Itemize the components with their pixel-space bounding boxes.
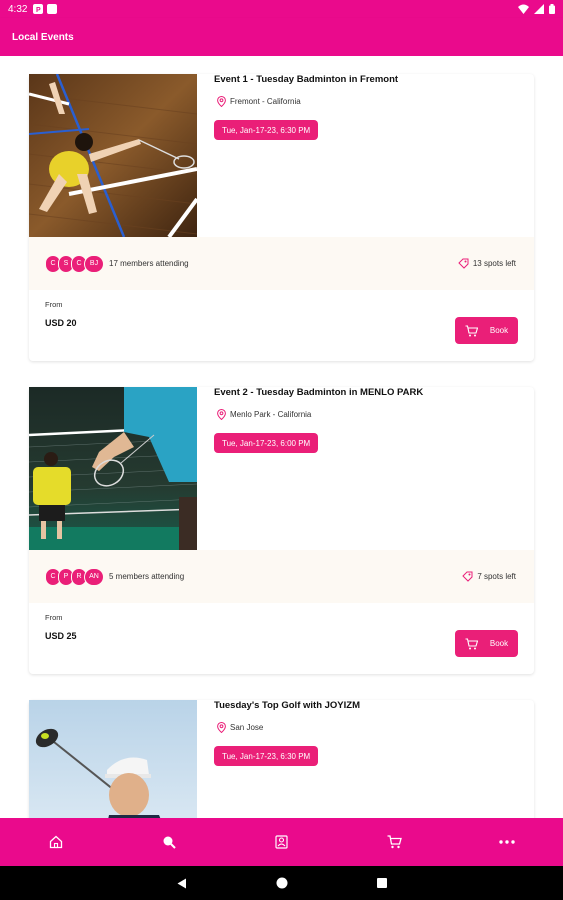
bottom-nav [0, 818, 563, 866]
profile-icon [275, 835, 288, 849]
from-label: From [45, 613, 63, 622]
home-icon [50, 835, 63, 849]
events-list[interactable]: Event 1 - Tuesday Badminton in Fremont F… [0, 56, 563, 818]
event-price: USD 25 [45, 631, 77, 641]
attendee-avatar: BJ [84, 254, 104, 273]
search-icon [163, 836, 176, 849]
cart-icon [465, 637, 478, 649]
event-photo-golf [29, 700, 197, 818]
attendee-avatar: AN [84, 567, 104, 586]
event-date-chip: Tue, Jan-17-23, 6:00 PM [214, 433, 319, 453]
event-card[interactable]: Event 1 - Tuesday Badminton in Fremont F… [29, 74, 534, 361]
event-date-chip: Tue, Jan-17-23, 6:30 PM [214, 120, 319, 140]
attendee-avatars: C S C BJ [45, 254, 104, 273]
event-date-chip: Tue, Jan-17-23, 6:30 PM [214, 746, 319, 766]
event-location-text: Fremont - California [230, 97, 301, 106]
event-title[interactable]: Event 2 - Tuesday Badminton in MENLO PAR… [214, 387, 423, 398]
event-card[interactable]: Event 2 - Tuesday Badminton in MENLO PAR… [29, 387, 534, 674]
spots-left: 13 spots left [458, 237, 516, 290]
book-button[interactable]: Book [455, 630, 518, 657]
attendance-strip: C P R AN 5 members attending 7 spots lef… [29, 550, 534, 603]
event-photo-badminton [29, 74, 197, 237]
location-pin-icon [217, 96, 226, 107]
book-button[interactable]: Book [455, 317, 518, 344]
system-recents-button[interactable] [372, 873, 392, 893]
members-attending: 17 members attending [109, 259, 189, 268]
location-pin-icon [217, 409, 226, 420]
cart-icon [387, 835, 402, 849]
spots-left: 7 spots left [462, 550, 516, 603]
recents-icon [376, 878, 387, 888]
nav-home[interactable] [36, 822, 76, 862]
spots-left-text: 13 spots left [472, 259, 516, 268]
location-pin-icon [217, 722, 226, 733]
p-app-icon: P [33, 4, 44, 14]
cart-icon [465, 324, 478, 336]
app-bar: Local Events [0, 18, 563, 56]
page-title: Local Events [12, 31, 74, 43]
home-circle-icon [276, 877, 287, 889]
nav-cart[interactable] [374, 822, 414, 862]
signal-icon [534, 4, 544, 14]
nav-more[interactable] [487, 822, 527, 862]
ticket-icon [458, 258, 469, 269]
spots-left-text: 7 spots left [477, 572, 516, 581]
system-nav-bar [0, 866, 563, 900]
event-location: Menlo Park - California [217, 409, 311, 420]
attendance-strip: C S C BJ 17 members attending 13 spots l… [29, 237, 534, 290]
ticket-icon [462, 571, 473, 582]
more-icon [498, 840, 515, 844]
status-bar: 4:32 P [0, 0, 563, 18]
book-button-label: Book [489, 639, 509, 648]
members-attending: 5 members attending [109, 572, 185, 581]
price-area: From USD 20 Book [29, 292, 534, 362]
event-photo-badminton [29, 387, 197, 550]
notification-icon [47, 4, 58, 14]
event-location: Fremont - California [217, 96, 301, 107]
from-label: From [45, 300, 63, 309]
nav-profile[interactable] [261, 822, 301, 862]
status-time: 4:32 [8, 3, 28, 15]
event-location: San Jose [217, 722, 263, 733]
svg-text:P: P [36, 7, 41, 13]
event-location-text: San Jose [230, 723, 264, 732]
event-title[interactable]: Event 1 - Tuesday Badminton in Fremont [214, 74, 398, 85]
event-title[interactable]: Tuesday's Top Golf with JOYIZM [214, 700, 360, 711]
back-icon [177, 878, 186, 888]
attendee-avatars: C P R AN [45, 567, 104, 586]
price-area: From USD 25 Book [29, 605, 534, 675]
event-price: USD 20 [45, 318, 77, 328]
event-location-text: Menlo Park - California [230, 410, 312, 419]
system-back-button[interactable] [172, 873, 192, 893]
system-home-button[interactable] [272, 873, 292, 893]
event-card[interactable]: Tuesday's Top Golf with JOYIZM San Jose … [29, 700, 534, 818]
battery-icon [549, 4, 555, 14]
wifi-icon [518, 4, 529, 14]
nav-search[interactable] [149, 822, 189, 862]
book-button-label: Book [489, 326, 509, 335]
